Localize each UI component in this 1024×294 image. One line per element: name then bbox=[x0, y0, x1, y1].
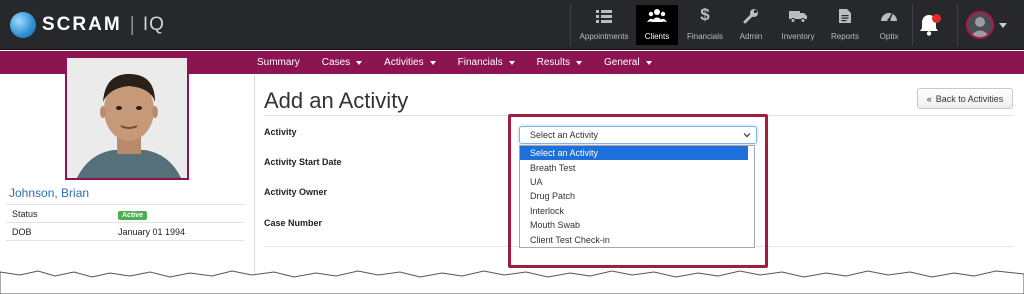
activity-owner-label: Activity Owner bbox=[264, 187, 328, 197]
dob-value: January 01 1994 bbox=[118, 226, 186, 237]
chevron-down-icon bbox=[429, 60, 436, 65]
subnav-results[interactable]: Results bbox=[537, 57, 582, 68]
dollar-icon: $ bbox=[700, 5, 710, 24]
nav-divider bbox=[912, 4, 913, 46]
nav-appointments[interactable]: Appointments bbox=[576, 5, 632, 45]
client-name-link[interactable]: Johnson, Brian bbox=[9, 186, 89, 200]
user-menu-caret-icon[interactable] bbox=[999, 23, 1007, 28]
chevron-down-icon bbox=[508, 60, 515, 65]
case-number-label: Case Number bbox=[264, 218, 323, 228]
callout-highlight-box bbox=[508, 114, 768, 268]
subnav-label: Results bbox=[536, 57, 570, 68]
client-info-table: Status Active DOB January 01 1994 bbox=[6, 204, 244, 241]
brand-suffix: IQ bbox=[142, 14, 165, 35]
nav-optix[interactable]: Optix bbox=[869, 5, 909, 45]
scram-logo-mark-icon bbox=[10, 12, 36, 38]
document-icon bbox=[839, 9, 851, 23]
scram-logo[interactable]: SCRAM | IQ bbox=[10, 11, 165, 39]
chevron-down-icon bbox=[645, 60, 652, 65]
dob-label: DOB bbox=[12, 226, 32, 237]
double-chevron-left-icon: « bbox=[926, 93, 932, 104]
wrench-icon bbox=[743, 9, 758, 24]
notification-dot bbox=[932, 14, 941, 23]
activity-label: Activity bbox=[264, 127, 297, 137]
subnav-label: Cases bbox=[321, 57, 351, 68]
chevron-down-icon bbox=[576, 60, 582, 65]
subnav-general[interactable]: General bbox=[604, 57, 652, 68]
subnav-summary[interactable]: Summary bbox=[257, 57, 300, 68]
nav-admin[interactable]: Admin bbox=[731, 5, 771, 45]
brand-name: SCRAM bbox=[42, 14, 122, 35]
nav-label: Inventory bbox=[781, 32, 815, 41]
nav-clients[interactable]: Clients bbox=[636, 5, 678, 45]
activity-start-date-label: Activity Start Date bbox=[264, 157, 342, 167]
subnav-label: Activities bbox=[384, 57, 424, 68]
subnav-label: Financials bbox=[457, 57, 503, 68]
brand-separator: | bbox=[129, 13, 135, 36]
chevron-down-icon bbox=[356, 60, 363, 65]
subnav-activities[interactable]: Activities bbox=[384, 57, 436, 68]
user-icon bbox=[970, 17, 990, 37]
dob-row: DOB January 01 1994 bbox=[6, 222, 244, 240]
info-table-bottom-rule bbox=[6, 240, 244, 241]
nav-label: Clients bbox=[644, 32, 670, 41]
subnav-label: Summary bbox=[257, 57, 300, 68]
nav-divider bbox=[957, 4, 958, 46]
nav-divider bbox=[570, 4, 571, 46]
status-badge: Active bbox=[118, 210, 148, 220]
nav-label: Admin bbox=[739, 32, 763, 41]
nav-inventory[interactable]: Inventory bbox=[776, 5, 820, 45]
user-avatar[interactable] bbox=[966, 11, 994, 39]
nav-label: Appointments bbox=[579, 32, 629, 41]
back-to-activities-button[interactable]: « Back to Activities bbox=[917, 88, 1013, 109]
client-portrait-image bbox=[67, 58, 187, 178]
nav-reports[interactable]: Reports bbox=[824, 5, 866, 45]
list-icon bbox=[596, 10, 612, 23]
subnav-cases[interactable]: Cases bbox=[321, 57, 363, 68]
subnav-financials[interactable]: Financials bbox=[458, 57, 515, 68]
status-label: Status bbox=[12, 208, 38, 219]
client-photo bbox=[65, 56, 189, 180]
top-navbar: SCRAM | IQ Appointments Clients $ Financ… bbox=[0, 0, 1024, 50]
page-title: Add an Activity bbox=[264, 88, 409, 113]
subnav-label: General bbox=[604, 57, 640, 68]
nav-label: Optix bbox=[879, 32, 899, 41]
status-row: Status Active bbox=[6, 204, 244, 222]
nav-financials[interactable]: $ Financials bbox=[683, 5, 727, 45]
users-icon bbox=[647, 9, 667, 22]
nav-label: Reports bbox=[830, 32, 859, 41]
truck-icon bbox=[789, 11, 807, 23]
nav-label: Financials bbox=[686, 32, 723, 41]
back-button-label: Back to Activities bbox=[935, 93, 1004, 104]
torn-edge-decoration bbox=[0, 270, 1024, 294]
gauge-icon bbox=[881, 13, 897, 22]
